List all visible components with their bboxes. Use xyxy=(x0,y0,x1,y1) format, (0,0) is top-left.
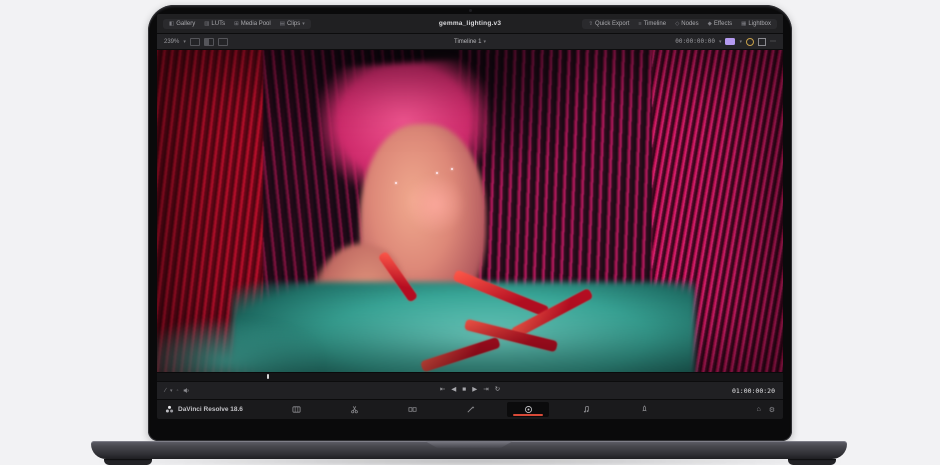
chevron-down-icon: ▾ xyxy=(719,39,722,45)
davinci-resolve-window: ◧ Gallery ▥ LUTs ⊞ Media Pool ▤ Clips xyxy=(157,14,783,419)
quick-export-button[interactable]: ⇧ Quick Export xyxy=(584,20,633,28)
nodes-label: Nodes xyxy=(681,21,698,27)
home-icon[interactable]: ⌂ xyxy=(756,406,760,413)
media-pool-icon: ⊞ xyxy=(234,21,239,27)
page-tab-media[interactable] xyxy=(275,402,317,417)
lightbox-label: Lightbox xyxy=(748,21,771,27)
laptop-foot xyxy=(788,459,836,465)
luts-label: LUTs xyxy=(211,21,225,27)
left-panel-toggles: ◧ Gallery ▥ LUTs ⊞ Media Pool ▤ Clips xyxy=(163,19,311,29)
app-version-label: DaVinci Resolve 18.6 xyxy=(178,406,243,413)
nodes-button[interactable]: ◇ Nodes xyxy=(671,20,703,28)
zoom-level-dropdown[interactable]: 239% xyxy=(164,39,179,45)
source-timecode: 00:00:00:00 xyxy=(675,38,715,45)
viewer-toolbar: 239% ▾ Timeline 1 ▾ 00:00:00:00 ▾ ▾ xyxy=(157,34,783,50)
play-button[interactable]: ▶ xyxy=(472,387,477,394)
effects-label: Effects xyxy=(714,21,732,27)
page-tab-fusion[interactable] xyxy=(449,402,491,417)
chevron-down-icon: ▾ xyxy=(302,21,305,27)
page-tab-fairlight[interactable] xyxy=(565,402,607,417)
effects-button[interactable]: ◆ Effects xyxy=(704,20,736,28)
timeline-selector[interactable]: Timeline 1 xyxy=(454,39,481,45)
clips-button[interactable]: ▤ Clips ▾ xyxy=(276,20,309,28)
play-reverse-button[interactable]: ◀ xyxy=(451,387,456,394)
timeline-icon: ≡ xyxy=(638,21,641,27)
clips-label: Clips xyxy=(287,21,300,27)
transport-bar: ∕ ▾ ◦ ⇤ ◀ ■ ▶ ⇥ ↻ 01:00:00:20 xyxy=(157,381,783,399)
expand-viewer-icon[interactable] xyxy=(758,38,766,46)
bypass-grades-icon[interactable] xyxy=(746,38,754,46)
timeline-panel-button[interactable]: ≡ Timeline xyxy=(634,20,670,28)
macbook-lid: ◧ Gallery ▥ LUTs ⊞ Media Pool ▤ Clips xyxy=(148,5,792,441)
page-tab-cut[interactable] xyxy=(333,402,375,417)
chevron-down-icon: ▾ xyxy=(483,39,486,45)
gallery-icon: ◧ xyxy=(169,21,174,27)
gallery-button[interactable]: ◧ Gallery xyxy=(165,20,199,28)
transport-controls: ⇤ ◀ ■ ▶ ⇥ ↻ xyxy=(440,387,500,394)
record-timecode: 01:00:00:20 xyxy=(732,387,775,395)
clip-scrubber[interactable] xyxy=(157,372,783,381)
chevron-down-icon: ▾ xyxy=(739,39,742,45)
stop-button[interactable]: ■ xyxy=(462,387,466,394)
luts-icon: ▥ xyxy=(204,21,209,27)
laptop-foot xyxy=(104,459,152,465)
lid-notch xyxy=(425,441,513,448)
clips-icon: ▤ xyxy=(280,21,285,27)
vignette-overlay xyxy=(157,50,783,372)
wipe-mode-icon[interactable] xyxy=(725,38,735,45)
effects-icon: ◆ xyxy=(708,21,712,27)
media-pool-label: Media Pool xyxy=(241,21,271,27)
go-to-end-button[interactable]: ⇥ xyxy=(483,387,488,394)
project-title: gemma_lighting.v3 xyxy=(439,20,501,27)
fusion-page-icon xyxy=(466,405,475,414)
single-viewer-icon[interactable] xyxy=(190,38,200,46)
enhanced-viewer-icon[interactable] xyxy=(218,38,228,46)
macbook-base xyxy=(91,441,847,459)
marketing-scene: ◧ Gallery ▥ LUTs ⊞ Media Pool ▤ Clips xyxy=(0,0,940,465)
quick-export-icon: ⇧ xyxy=(588,21,593,27)
edit-page-icon xyxy=(408,405,417,414)
page-tab-deliver[interactable] xyxy=(623,402,665,417)
media-pool-button[interactable]: ⊞ Media Pool xyxy=(230,20,275,28)
page-navigation-bar: DaVinci Resolve 18.6 xyxy=(157,399,783,419)
viewer-image xyxy=(157,50,783,372)
marker-icon[interactable]: ◦ xyxy=(177,388,179,394)
davinci-resolve-logo xyxy=(165,405,174,414)
audio-mute-icon[interactable] xyxy=(183,387,190,394)
webcam-icon xyxy=(469,9,472,12)
right-panel-toggles: ⇧ Quick Export ≡ Timeline ◇ Nodes ◆ Effe… xyxy=(582,19,777,29)
go-to-start-button[interactable]: ⇤ xyxy=(440,387,445,394)
deliver-page-icon xyxy=(640,405,649,414)
quick-export-label: Quick Export xyxy=(595,21,629,27)
nodes-icon: ◇ xyxy=(675,21,679,27)
lightbox-icon: ▦ xyxy=(741,21,746,27)
more-options-icon[interactable]: ⋯ xyxy=(770,38,776,45)
loop-button[interactable]: ↻ xyxy=(495,387,500,394)
luts-button[interactable]: ▥ LUTs xyxy=(200,20,229,28)
chevron-down-icon: ▾ xyxy=(183,39,186,45)
playhead-marker[interactable] xyxy=(267,374,269,379)
timeline-panel-label: Timeline xyxy=(644,21,666,27)
lightbox-button[interactable]: ▦ Lightbox xyxy=(737,20,775,28)
page-tabs xyxy=(275,402,665,417)
gallery-label: Gallery xyxy=(176,21,195,27)
page-tab-edit[interactable] xyxy=(391,402,433,417)
annotate-tool-icon[interactable]: ∕ xyxy=(165,388,166,394)
chevron-down-icon: ▾ xyxy=(170,388,173,394)
color-page-icon xyxy=(524,405,533,414)
top-toolbar: ◧ Gallery ▥ LUTs ⊞ Media Pool ▤ Clips xyxy=(157,14,783,34)
page-tab-color[interactable] xyxy=(507,402,549,417)
split-screen-icon[interactable] xyxy=(204,38,214,46)
project-settings-icon[interactable]: ⚙ xyxy=(769,406,775,414)
cut-page-icon xyxy=(350,405,359,414)
fairlight-page-icon xyxy=(582,405,591,414)
media-page-icon xyxy=(292,405,301,414)
